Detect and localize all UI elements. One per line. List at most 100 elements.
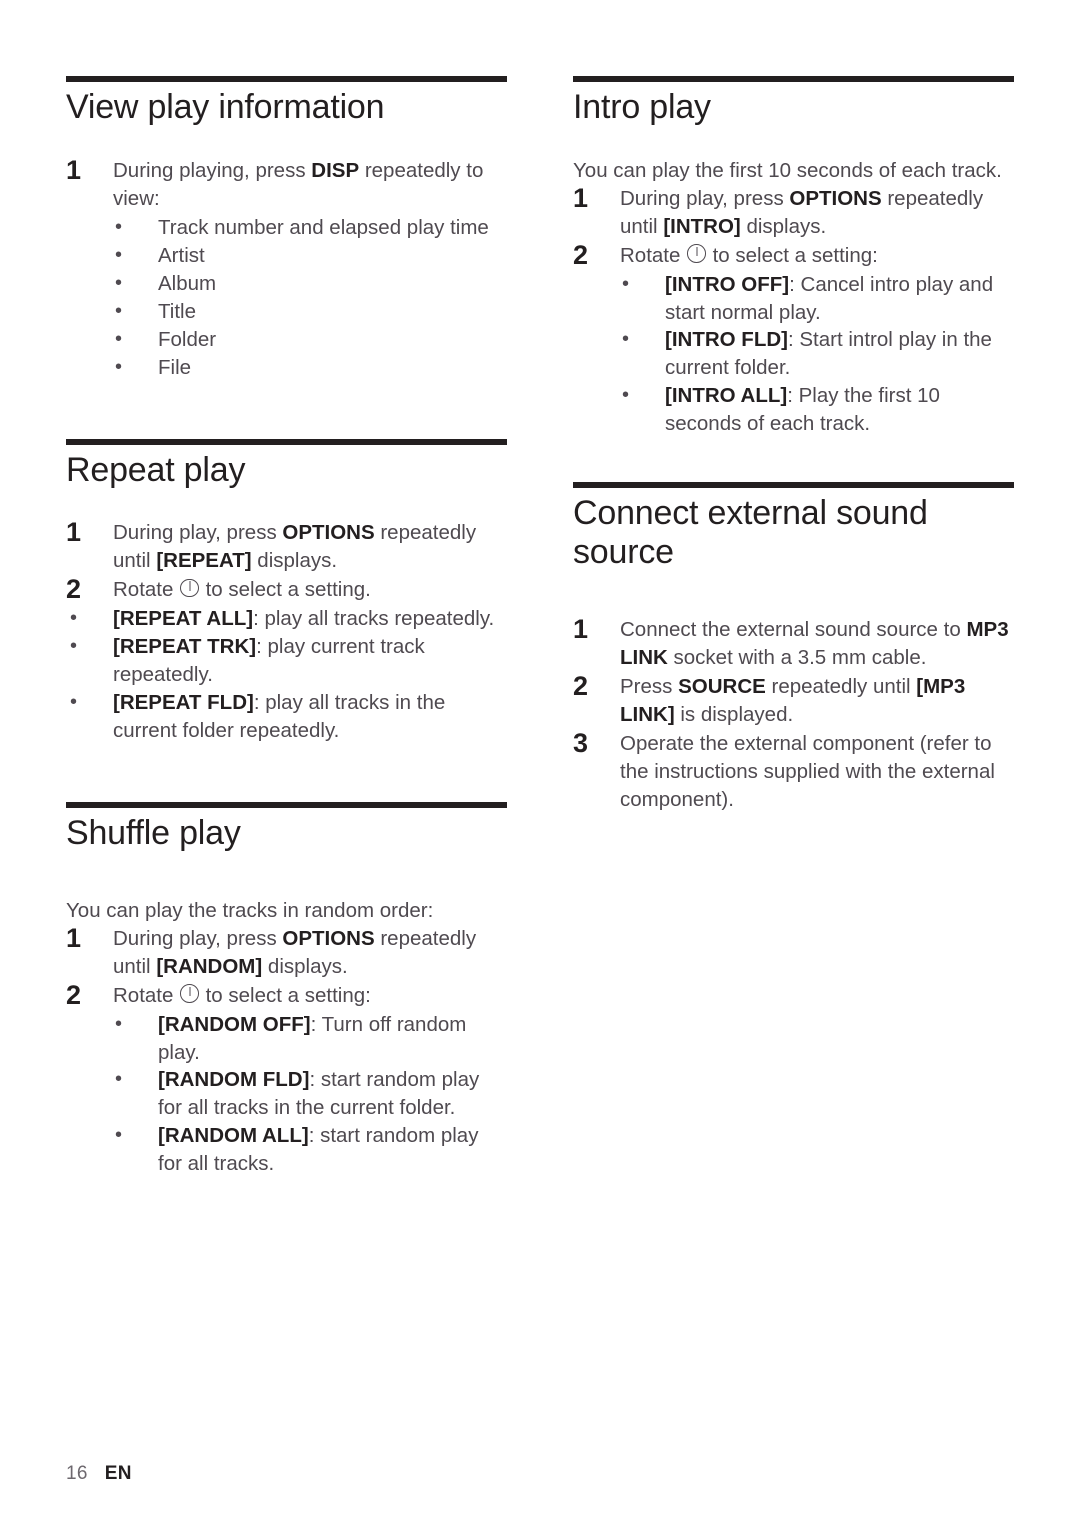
- display-label: [REPEAT ALL]: [113, 607, 254, 631]
- bullet-dot: •: [70, 635, 78, 658]
- display-label: [RANDOM ALL]: [158, 1124, 309, 1148]
- list-item: • [INTRO OFF]: Cancel intro play and star…: [573, 271, 1014, 327]
- left-column: View play information 1 During playing, …: [66, 76, 507, 1178]
- list-item: • [RANDOM OFF]: Turn off random play.: [66, 1011, 507, 1067]
- step-text: Press SOURCE repeatedly until [MP3 LINK]…: [620, 674, 966, 726]
- step-number: 1: [66, 517, 82, 548]
- bullet-dot: •: [622, 384, 630, 407]
- standby-rotate-knob-icon: [687, 243, 706, 263]
- section-rule: [66, 76, 507, 82]
- section-heading: Connect external sound source: [573, 494, 928, 572]
- step-text: Operate the external component (refer to…: [620, 731, 995, 811]
- document-page: View play information 1 During playing, …: [0, 0, 1080, 1527]
- section-rule: [66, 438, 507, 445]
- step-number: 2: [573, 239, 589, 270]
- section-heading: Shuffle play: [66, 814, 241, 852]
- key-label: DISP: [311, 158, 360, 182]
- list-item-text: : play all tracks repeatedly.: [253, 607, 495, 631]
- step-text: During play, press OPTIONS repeatedly un…: [620, 186, 984, 238]
- display-label: [REPEAT FLD]: [113, 691, 254, 715]
- section-repeat-play: Repeat play 1 During play, press OPTIONS…: [66, 438, 507, 746]
- list-item-text: File: [158, 355, 192, 379]
- bullet-dot: •: [115, 243, 123, 266]
- step-text: Rotate to select a setting:: [113, 983, 371, 1007]
- bullet-dot: •: [115, 215, 123, 238]
- bullet-list: • [RANDOM OFF]: Turn off random play. • [R…: [66, 1011, 507, 1179]
- bullet-dot: •: [115, 355, 123, 378]
- step-list: 1 During playing, press DISP repeatedly …: [66, 155, 507, 213]
- bullet-dot: •: [115, 271, 123, 294]
- list-item: • [RANDOM ALL]: start random play for all…: [66, 1122, 507, 1178]
- step-list: 1 During play, press OPTIONS repeatedly …: [66, 922, 507, 1010]
- section-rule: [573, 482, 1014, 489]
- section-view-play-information: View play information 1 During playing, …: [66, 76, 507, 382]
- step-item: 1 During play, press OPTIONS repeatedly …: [573, 182, 1014, 241]
- list-item-text: Album: [158, 271, 217, 295]
- key-label: OPTIONS: [789, 186, 882, 210]
- display-label: [RANDOM FLD]: [158, 1068, 310, 1092]
- bullet-dot: •: [70, 691, 78, 714]
- section-rule: [573, 76, 1014, 82]
- step-text: During playing, press DISP repeatedly to…: [113, 158, 484, 210]
- bullet-dot: •: [115, 1068, 123, 1091]
- display-label: [INTRO]: [663, 214, 741, 238]
- step-text: Connect the external sound source to MP3…: [620, 617, 1009, 669]
- display-label: [INTRO OFF]: [665, 272, 790, 296]
- section-connect-external-sound-source: Connect external sound source 1 Connect …: [573, 482, 1014, 813]
- bullet-dot: •: [622, 328, 630, 351]
- step-text: During play, press OPTIONS repeatedly un…: [113, 926, 477, 978]
- list-item: • File: [66, 354, 507, 382]
- section-lead-text: You can play the first 10 seconds of eac…: [573, 158, 1002, 182]
- bullet-list: • Track number and elapsed play time • Art…: [66, 214, 507, 382]
- step-item: 3 Operate the external component (refer …: [573, 727, 1014, 814]
- step-item: 1 During play, press OPTIONS repeatedly …: [66, 922, 507, 981]
- step-list: 1 During play, press OPTIONS repeatedly …: [573, 182, 1014, 270]
- step-number: 2: [66, 574, 82, 605]
- list-item: • Track number and elapsed play time: [66, 214, 507, 242]
- list-item-text: Title: [158, 299, 196, 323]
- step-item: 1 During play, press OPTIONS repeatedly …: [66, 517, 507, 575]
- step-list: 1 Connect the external sound source to M…: [573, 613, 1014, 814]
- list-item: • [RANDOM FLD]: start random play for all…: [66, 1066, 507, 1122]
- standby-rotate-knob-icon: [180, 578, 199, 598]
- step-number: 2: [66, 979, 82, 1010]
- key-label: OPTIONS: [282, 926, 375, 950]
- list-item: • Title: [66, 298, 507, 326]
- list-item: • Folder: [66, 326, 507, 354]
- list-item-text: Artist: [158, 243, 205, 267]
- list-item: • Album: [66, 270, 507, 298]
- display-label: [REPEAT]: [156, 549, 252, 573]
- display-label: [RANDOM OFF]: [158, 1012, 311, 1036]
- section-heading: Intro play: [573, 88, 711, 126]
- step-item: 2 Press SOURCE repeatedly until [MP3 LIN…: [573, 670, 1014, 729]
- bullet-dot: •: [115, 327, 123, 350]
- section-heading: View play information: [66, 88, 385, 126]
- bullet-dot: •: [115, 1012, 123, 1035]
- section-lead-text: You can play the tracks in random order:: [66, 898, 434, 922]
- display-label: [INTRO ALL]: [665, 384, 788, 408]
- standby-rotate-knob-icon: [180, 983, 199, 1003]
- step-item: 1 Connect the external sound source to M…: [573, 613, 1014, 672]
- step-number: 3: [573, 727, 589, 758]
- list-item-text: Folder: [158, 327, 217, 351]
- display-label: [RANDOM]: [156, 954, 263, 978]
- step-item: 2 Rotate to select a setting:: [66, 979, 507, 1010]
- page-footer: 16 EN: [66, 1463, 132, 1485]
- section-intro-play: Intro play You can play the first 10 sec…: [573, 76, 1014, 438]
- step-text: Rotate to select a setting.: [113, 578, 371, 602]
- key-label: SOURCE: [678, 674, 766, 698]
- step-number: 1: [66, 922, 82, 953]
- step-item: 2 Rotate to select a setting:: [573, 239, 1014, 270]
- list-item: • [INTRO ALL]: Play the first 10 seconds …: [573, 382, 1014, 438]
- key-label: OPTIONS: [282, 521, 375, 545]
- step-list: 1 During play, press OPTIONS repeatedly …: [66, 517, 507, 605]
- bullet-list: • [INTRO OFF]: Cancel intro play and star…: [573, 271, 1014, 439]
- step-text: During play, press OPTIONS repeatedly un…: [113, 521, 477, 573]
- step-number: 1: [573, 182, 589, 213]
- section-heading: Repeat play: [66, 450, 246, 489]
- step-number: 2: [573, 670, 589, 701]
- step-item: 1 During playing, press DISP repeatedly …: [66, 155, 507, 213]
- section-shuffle-play: Shuffle play You can play the tracks in …: [66, 802, 507, 1178]
- step-number: 1: [573, 613, 589, 644]
- bullet-dot: •: [115, 1124, 123, 1147]
